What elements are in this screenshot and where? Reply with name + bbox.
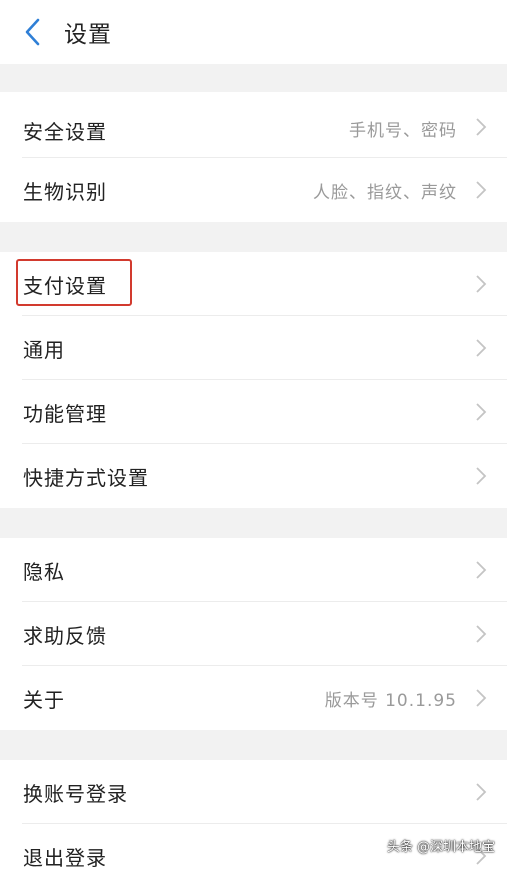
back-button[interactable] — [22, 17, 42, 47]
watermark: 头条 @深圳本地宝 — [386, 840, 495, 855]
chevron-right-icon — [476, 275, 487, 293]
row-shortcut-settings[interactable]: 快捷方式设置 — [0, 444, 507, 508]
row-label: 通用 — [23, 337, 65, 362]
row-switch-account[interactable]: 换账号登录 — [0, 760, 507, 824]
row-general[interactable]: 通用 — [0, 316, 507, 380]
row-label: 退出登录 — [23, 845, 107, 870]
row-security-settings[interactable]: 安全设置 手机号、密码 — [0, 92, 507, 158]
row-value: 人脸、指纹、声纹 — [313, 182, 457, 203]
row-feature-management[interactable]: 功能管理 — [0, 380, 507, 444]
chevron-right-icon — [476, 783, 487, 801]
settings-group-privacy: 隐私 求助反馈 关于 版本号 10.1.95 — [0, 538, 507, 730]
row-label: 快捷方式设置 — [23, 465, 149, 490]
row-label: 隐私 — [23, 559, 65, 584]
header: 设置 — [0, 0, 507, 64]
chevron-right-icon — [476, 689, 487, 707]
row-about[interactable]: 关于 版本号 10.1.95 — [0, 666, 507, 730]
settings-group-account: 换账号登录 退出登录 — [0, 760, 507, 888]
row-label: 换账号登录 — [23, 781, 128, 806]
row-label: 关于 — [23, 687, 65, 712]
row-help-feedback[interactable]: 求助反馈 — [0, 602, 507, 666]
settings-group-general: 支付设置 通用 功能管理 快捷方式设置 — [0, 252, 507, 508]
chevron-right-icon — [476, 561, 487, 579]
chevron-right-icon — [476, 339, 487, 357]
highlight-box — [16, 259, 132, 306]
chevron-right-icon — [476, 181, 487, 199]
chevron-right-icon — [476, 467, 487, 485]
row-label: 功能管理 — [23, 401, 107, 426]
row-privacy[interactable]: 隐私 — [0, 538, 507, 602]
chevron-right-icon — [476, 403, 487, 421]
chevron-right-icon — [476, 118, 487, 136]
page-title: 设置 — [64, 22, 112, 48]
row-biometrics[interactable]: 生物识别 人脸、指纹、声纹 — [0, 158, 507, 222]
settings-group-security: 安全设置 手机号、密码 生物识别 人脸、指纹、声纹 — [0, 92, 507, 222]
row-label: 生物识别 — [23, 179, 107, 204]
row-label: 安全设置 — [23, 120, 107, 144]
chevron-right-icon — [476, 625, 487, 643]
row-logout[interactable]: 退出登录 — [0, 824, 507, 888]
row-value: 版本号 10.1.95 — [324, 690, 457, 711]
chevron-left-icon — [25, 18, 40, 46]
row-label: 求助反馈 — [23, 623, 107, 648]
row-value: 手机号、密码 — [349, 121, 457, 141]
row-payment-settings[interactable]: 支付设置 — [0, 252, 507, 316]
